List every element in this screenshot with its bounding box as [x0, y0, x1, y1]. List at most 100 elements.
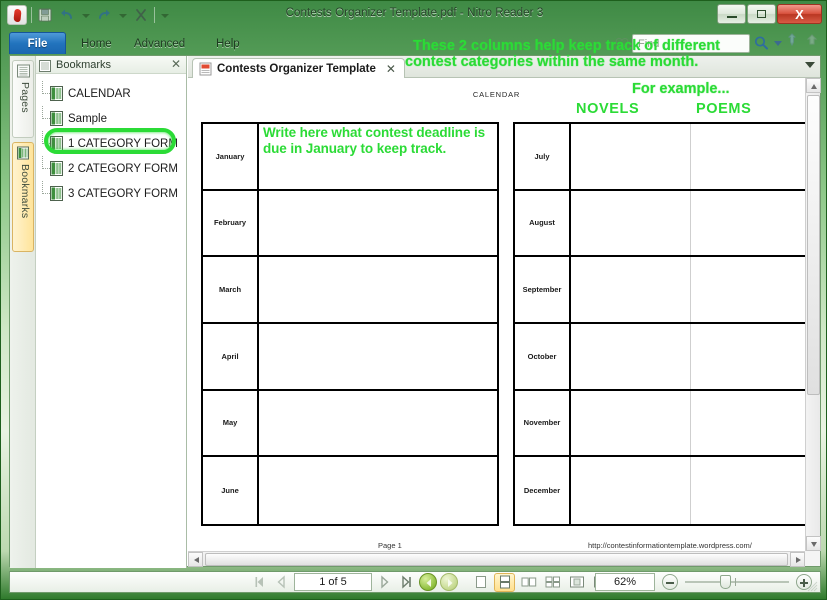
help-icon-group — [784, 32, 820, 53]
status-bar: 1 of 5 62% — [9, 571, 821, 593]
window-title: Contests Organizer Template.pdf - Nitro … — [285, 7, 544, 19]
bookmark-icon — [50, 136, 64, 151]
table-row: February — [203, 190, 497, 258]
month-entry-cell[interactable] — [571, 190, 805, 256]
tree-connector — [42, 181, 50, 194]
view-page-grid-button[interactable] — [542, 573, 563, 592]
table-row: December — [515, 457, 805, 524]
tab-file[interactable]: File — [9, 32, 66, 54]
month-entry-cell[interactable] — [259, 257, 497, 322]
zoom-slider[interactable] — [685, 574, 789, 590]
bookmark-label: 2 CATEGORY FORM — [68, 162, 178, 175]
scroll-up-button[interactable] — [806, 78, 821, 93]
month-entry-cell[interactable] — [259, 391, 497, 456]
pane-tab-bookmarks-label: Bookmarks — [19, 164, 31, 219]
zoom-controls: 62% — [595, 573, 812, 591]
find-input[interactable]: Find — [632, 34, 750, 53]
scroll-right-button[interactable] — [790, 552, 805, 567]
month-entry-cell[interactable]: Write here what contest deadline is due … — [259, 124, 497, 189]
horizontal-scrollbar[interactable] — [188, 551, 805, 567]
vertical-scrollbar[interactable] — [805, 78, 821, 551]
next-page-button[interactable] — [375, 573, 394, 591]
page-heading: CALENDAR — [472, 90, 521, 99]
bookmark-item-1-category-form[interactable]: 1 CATEGORY FORM — [36, 131, 186, 156]
window-controls: X — [717, 4, 822, 24]
page-navigation-group: 1 of 5 — [250, 572, 611, 592]
month-entry-cell[interactable] — [571, 390, 805, 456]
document-tab[interactable]: Contests Organizer Template ✕ — [192, 58, 405, 79]
table-row: April — [203, 323, 497, 391]
resize-grip[interactable] — [806, 579, 818, 592]
last-page-button[interactable] — [397, 573, 416, 591]
pane-tab-pages-label: Pages — [19, 82, 31, 113]
bookmark-label: 1 CATEGORY FORM — [68, 137, 178, 150]
zoom-slider-handle[interactable] — [720, 575, 731, 589]
month-entry-cell[interactable] — [571, 457, 805, 524]
zoom-level-input[interactable]: 62% — [595, 573, 655, 591]
previous-page-button[interactable] — [272, 573, 291, 591]
month-label: February — [203, 190, 259, 256]
month-entry-cell[interactable] — [571, 323, 805, 389]
next-view-button[interactable] — [440, 573, 458, 591]
month-entry-cell[interactable] — [259, 324, 497, 389]
scroll-down-button[interactable] — [806, 536, 821, 551]
bookmark-item-sample[interactable]: Sample — [36, 106, 186, 131]
bookmark-item-2-category-form[interactable]: 2 CATEGORY FORM — [36, 156, 186, 181]
first-page-button[interactable] — [250, 573, 269, 591]
tab-list-chevron-down-icon[interactable] — [805, 62, 815, 68]
pane-tab-pages[interactable]: Pages — [12, 60, 34, 138]
pane-tab-strip: Pages Bookmarks — [10, 56, 36, 568]
tab-home[interactable]: Home — [81, 34, 112, 54]
bookmark-icon — [50, 161, 64, 176]
close-icon[interactable]: ✕ — [386, 62, 396, 76]
previous-view-button[interactable] — [419, 573, 437, 591]
zoom-slider-tick — [735, 578, 736, 586]
page-number-footer: Page 1 — [378, 541, 402, 550]
maximize-button[interactable] — [747, 4, 776, 24]
tree-connector — [42, 156, 50, 169]
view-fit-page-button[interactable] — [566, 573, 587, 592]
month-entry-cell[interactable] — [259, 191, 497, 256]
month-entry-cell[interactable] — [571, 257, 805, 322]
tree-connector — [42, 106, 50, 119]
view-continuous-button[interactable] — [494, 572, 515, 592]
view-single-page-button[interactable] — [470, 573, 491, 592]
document-tab-label: Contests Organizer Template — [217, 63, 376, 75]
month-entry-cell[interactable] — [259, 457, 497, 524]
pin-icon[interactable] — [784, 32, 800, 53]
month-label: August — [515, 190, 571, 256]
minimize-button[interactable] — [717, 4, 746, 24]
tab-help[interactable]: Help — [216, 34, 240, 54]
calendar-table-left: January Write here what contest deadline… — [201, 122, 499, 526]
horizontal-scroll-thumb[interactable] — [205, 553, 788, 566]
month-label: April — [203, 323, 259, 389]
vertical-scroll-thumb[interactable] — [807, 95, 820, 395]
month-label: December — [515, 457, 571, 524]
pane-tab-bookmarks[interactable]: Bookmarks — [12, 142, 34, 252]
table-row: November — [515, 390, 805, 458]
tab-advanced[interactable]: Advanced — [134, 34, 185, 54]
month-entry-cell[interactable] — [571, 124, 805, 189]
page-number-value: 1 of 5 — [319, 576, 347, 588]
bookmark-item-3-category-form[interactable]: 3 CATEGORY FORM — [36, 181, 186, 206]
help-question-icon[interactable] — [804, 32, 820, 53]
view-facing-pages-button[interactable] — [518, 573, 539, 592]
close-icon: X — [795, 6, 804, 22]
table-row: July — [515, 124, 805, 191]
zoom-out-button[interactable] — [662, 574, 678, 590]
pdf-file-icon — [199, 62, 212, 76]
close-button[interactable]: X — [777, 4, 822, 24]
bookmark-item-calendar[interactable]: CALENDAR — [36, 81, 186, 106]
tree-connector — [42, 131, 50, 144]
magnifier-icon[interactable] — [753, 35, 770, 52]
table-row: August — [515, 190, 805, 258]
close-icon[interactable]: ✕ — [171, 58, 181, 71]
find-options-chevron-down-icon[interactable] — [773, 35, 784, 52]
heart-icon[interactable] — [615, 37, 629, 50]
month-label: June — [203, 457, 259, 524]
bookmarks-list: CALENDAR Sample 1 CATEGORY FORM 2 CATEGO… — [36, 75, 186, 568]
bookmark-label: Sample — [68, 112, 107, 125]
zoom-level-value: 62% — [613, 576, 637, 588]
scroll-left-button[interactable] — [188, 552, 203, 567]
page-number-input[interactable]: 1 of 5 — [294, 573, 372, 591]
